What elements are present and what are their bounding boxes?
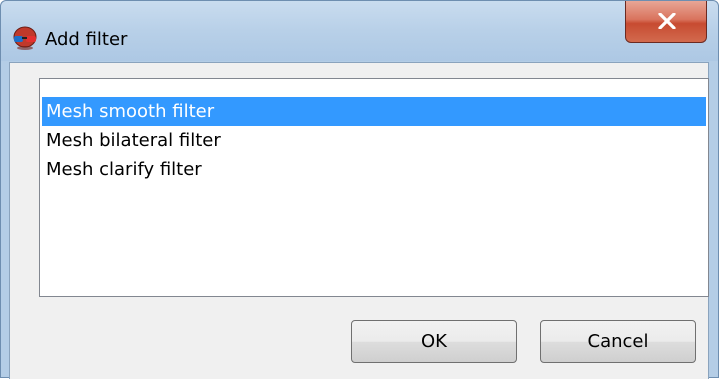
- close-icon: [658, 13, 676, 29]
- add-filter-dialog: Add filter Mesh smooth filter Mesh bilat…: [0, 0, 719, 379]
- title-bar[interactable]: Add filter: [1, 1, 718, 61]
- list-item[interactable]: Mesh bilateral filter: [42, 126, 706, 155]
- list-item[interactable]: Mesh smooth filter: [42, 97, 706, 126]
- list-item[interactable]: Mesh clarify filter: [42, 155, 706, 184]
- dialog-body: Mesh smooth filter Mesh bilateral filter…: [9, 62, 709, 379]
- window-title: Add filter: [45, 29, 128, 50]
- cancel-button[interactable]: Cancel: [540, 320, 696, 363]
- ok-button[interactable]: OK: [351, 320, 517, 363]
- close-button[interactable]: [625, 1, 707, 43]
- filter-listbox[interactable]: Mesh smooth filter Mesh bilateral filter…: [39, 78, 709, 297]
- app-icon: [12, 25, 38, 51]
